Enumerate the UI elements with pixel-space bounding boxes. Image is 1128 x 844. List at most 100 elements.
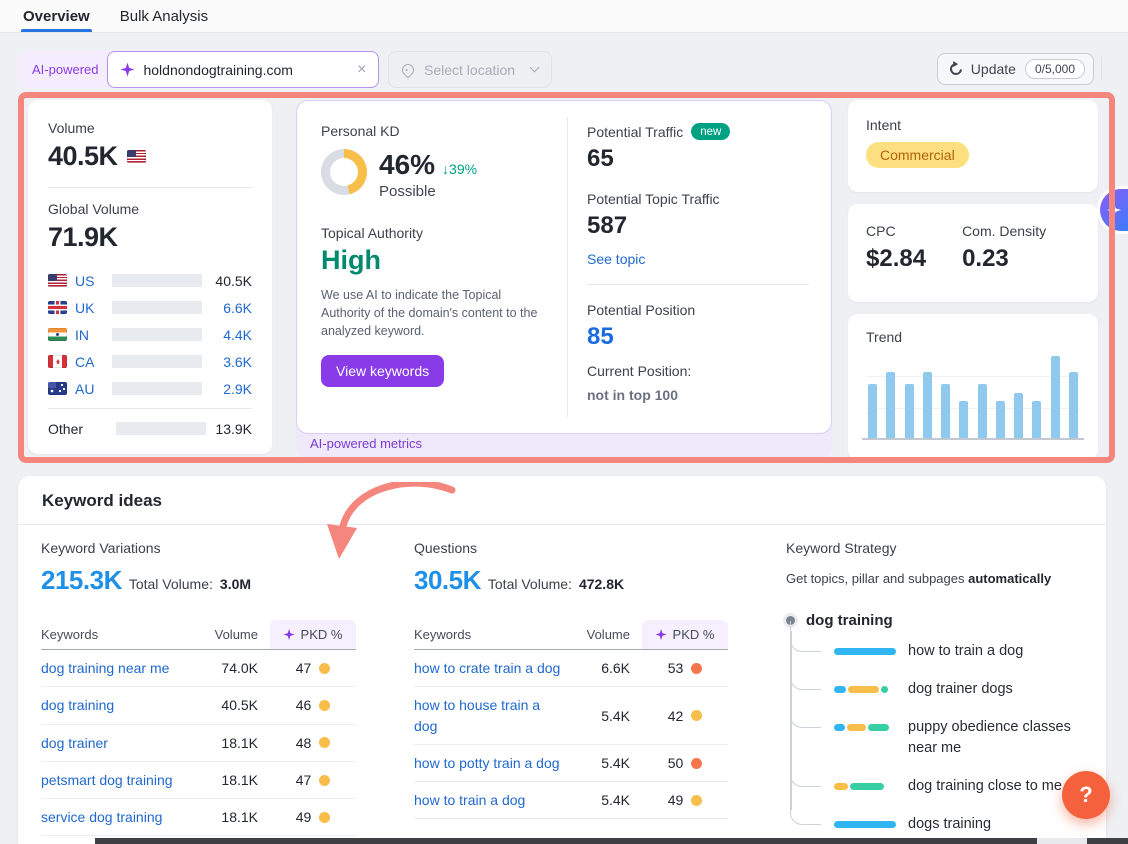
- trend-bar: [941, 384, 950, 438]
- country-bar-track: [112, 355, 202, 368]
- topic-bar: [834, 686, 896, 693]
- strategy-child-node[interactable]: how to train a dog: [790, 633, 1096, 671]
- country-code-link[interactable]: UK: [75, 300, 100, 316]
- topic-bar: [834, 724, 896, 731]
- col-header-pkd: PKD %: [270, 620, 356, 649]
- trend-card: Trend: [848, 314, 1098, 460]
- keyword-link[interactable]: how to crate train a dog: [414, 658, 568, 678]
- other-label: Other: [48, 421, 104, 437]
- keyword-link[interactable]: dog training: [41, 695, 196, 715]
- country-value-link[interactable]: 3.6K: [223, 354, 252, 370]
- strategy-root-node[interactable]: dog training: [786, 612, 1096, 629]
- bar-segment: [850, 783, 885, 790]
- keyword-input[interactable]: holdnondogtraining.com ×: [107, 51, 379, 88]
- trend-bar: [1032, 401, 1041, 438]
- toolbar: AI-powered holdnondogtraining.com × Sele…: [18, 51, 1114, 88]
- country-code-link[interactable]: US: [75, 273, 100, 289]
- country-row: UK 6.6K: [48, 294, 252, 321]
- col-header-volume: Volume: [568, 620, 630, 649]
- refresh-icon: [947, 61, 964, 78]
- topical-authority-label: Topical Authority: [321, 225, 555, 241]
- ai-assistant-button[interactable]: [1097, 186, 1128, 234]
- country-value-link[interactable]: 4.4K: [223, 327, 252, 343]
- update-button[interactable]: Update 0/5,000: [937, 53, 1094, 85]
- view-keywords-button[interactable]: View keywords: [321, 355, 444, 387]
- toolbar-divider: [1101, 57, 1102, 81]
- questions-total-value: 472.8K: [579, 576, 624, 592]
- keyword-link[interactable]: how to potty train a dog: [414, 753, 568, 773]
- bar-segment: [847, 724, 866, 731]
- underlying-window-edge: [95, 838, 1128, 844]
- location-pin-icon: [400, 61, 417, 78]
- volume-card: Volume 40.5K Global Volume 71.9K US 40.5…: [28, 100, 272, 454]
- potential-topic-traffic-label: Potential Topic Traffic: [587, 191, 809, 207]
- country-code-link[interactable]: IN: [75, 327, 100, 343]
- keyword-link[interactable]: petsmart dog training: [41, 770, 196, 790]
- keyword-link[interactable]: how to train a dog: [414, 790, 568, 810]
- trend-bar: [868, 384, 877, 438]
- country-code-link[interactable]: CA: [75, 354, 100, 370]
- country-value: 40.5K: [215, 273, 252, 289]
- country-row: CA 3.6K: [48, 348, 252, 375]
- cpc-card: CPC $2.84 Com. Density 0.23: [848, 204, 1098, 302]
- variations-total-label: Total Volume:: [129, 576, 213, 592]
- country-bar-track: [112, 328, 202, 341]
- country-row: IN 4.4K: [48, 321, 252, 348]
- pkd-dot: [691, 663, 702, 674]
- potential-traffic-value: 65: [587, 145, 809, 173]
- topical-authority-description: We use AI to indicate the Topical Author…: [321, 286, 549, 340]
- variations-count[interactable]: 215.3K: [41, 565, 122, 596]
- country-row: US 40.5K: [48, 267, 252, 294]
- country-value-link[interactable]: 6.6K: [223, 300, 252, 316]
- clear-input-icon[interactable]: ×: [357, 62, 366, 78]
- bar-segment: [834, 783, 848, 790]
- see-topic-link[interactable]: See topic: [587, 251, 809, 267]
- keyword-link[interactable]: dog training near me: [41, 658, 196, 678]
- intent-badge: Commercial: [866, 142, 969, 168]
- keyword-link[interactable]: service dog training: [41, 807, 196, 827]
- keyword-link[interactable]: dog trainer: [41, 733, 196, 753]
- pkd-dot: [319, 663, 330, 674]
- trend-label: Trend: [866, 329, 1080, 345]
- global-volume-value: 71.9K: [48, 222, 252, 253]
- col-header-volume: Volume: [196, 620, 258, 649]
- location-select[interactable]: Select location: [388, 51, 552, 88]
- com-density-value: 0.23: [962, 245, 1046, 273]
- personal-kd-card: Personal KD 46% ↓39% Possible Topical Au…: [296, 100, 832, 434]
- strategy-child-node[interactable]: dog trainer dogs: [790, 671, 1096, 709]
- tab-bulk-analysis[interactable]: Bulk Analysis: [120, 0, 208, 32]
- questions-label: Questions: [414, 540, 728, 556]
- country-code-link[interactable]: AU: [75, 381, 100, 397]
- questions-count[interactable]: 30.5K: [414, 565, 481, 596]
- pkd-cell: 50: [642, 755, 728, 771]
- australia-flag-icon: [48, 382, 67, 395]
- intent-card: Intent Commercial: [848, 100, 1098, 192]
- keyword-variations-section: Keyword Variations 215.3K Total Volume: …: [41, 540, 356, 836]
- tab-overview[interactable]: Overview: [23, 0, 90, 32]
- bar-segment: [834, 821, 896, 828]
- country-bar-track: [112, 301, 202, 314]
- global-volume-label: Global Volume: [48, 201, 252, 217]
- pkd-cell: 42: [642, 708, 728, 724]
- strategy-child-node[interactable]: dog training close to me: [790, 768, 1096, 806]
- volume-label: Volume: [48, 120, 252, 136]
- kd-change: ↓39%: [442, 161, 477, 177]
- questions-section: Questions 30.5K Total Volume: 472.8K Key…: [414, 540, 728, 819]
- topic-bar: [834, 648, 896, 655]
- strategy-child-node[interactable]: puppy obedience classes near me: [790, 709, 1096, 769]
- keyword-strategy-label: Keyword Strategy: [786, 540, 1096, 556]
- cpc-value: $2.84: [866, 245, 926, 273]
- keyword-query: holdnondogtraining.com: [143, 62, 348, 78]
- keyword-variations-label: Keyword Variations: [41, 540, 356, 556]
- country-value-link[interactable]: 2.9K: [223, 381, 252, 397]
- trend-bar: [1069, 372, 1078, 438]
- questions-table: Keywords Volume PKD % how to crate train…: [414, 620, 728, 819]
- volume-cell: 6.6K: [568, 660, 630, 676]
- help-button[interactable]: ?: [1062, 771, 1110, 819]
- kd-donut: [321, 149, 367, 195]
- keyword-link[interactable]: how to house train a dog: [414, 695, 568, 736]
- underlying-window-edge-gap: [1037, 838, 1087, 844]
- bar-segment: [881, 686, 887, 693]
- trend-bar: [905, 384, 914, 438]
- country-bar-track: [112, 382, 202, 395]
